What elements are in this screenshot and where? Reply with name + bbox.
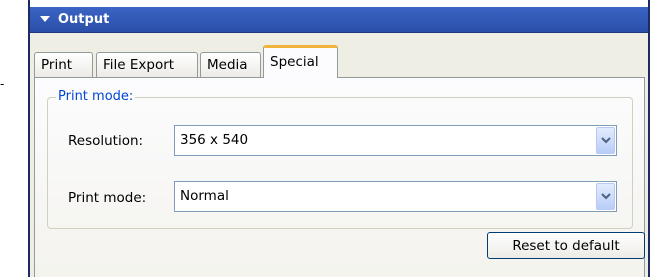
tab-print[interactable]: Print <box>34 52 93 77</box>
print-mode-value: Normal <box>180 188 229 204</box>
panel-title: Output <box>58 12 110 27</box>
resolution-select[interactable]: 356 x 540 <box>174 125 617 156</box>
chevron-down-icon <box>601 137 611 144</box>
tab-special[interactable]: Special <box>263 45 338 78</box>
edge-mark: - <box>0 77 5 91</box>
panel-top-margin <box>30 0 648 7</box>
resolution-dropdown-button[interactable] <box>596 127 615 154</box>
output-panel: Output Print File Export Media Special P… <box>28 0 650 277</box>
tab-page-special: Print mode: Resolution: 356 x 540 Print … <box>34 77 645 277</box>
group-legend: Print mode: <box>56 89 136 105</box>
print-mode-dropdown-button[interactable] <box>596 183 615 210</box>
collapse-triangle-icon[interactable] <box>40 15 50 22</box>
resolution-value: 356 x 540 <box>180 132 249 148</box>
tab-file-export[interactable]: File Export <box>96 52 198 77</box>
print-mode-select[interactable]: Normal <box>174 181 617 212</box>
print-mode-group: Print mode: Resolution: 356 x 540 Print … <box>47 89 633 229</box>
tab-strip: Print File Export Media Special <box>34 45 634 78</box>
reset-to-default-button[interactable]: Reset to default <box>487 232 645 259</box>
print-mode-label: Print mode: <box>68 190 147 206</box>
tab-media[interactable]: Media <box>200 52 261 77</box>
panel-header[interactable]: Output <box>30 7 648 33</box>
resolution-label: Resolution: <box>68 133 144 149</box>
chevron-down-icon <box>601 193 611 200</box>
